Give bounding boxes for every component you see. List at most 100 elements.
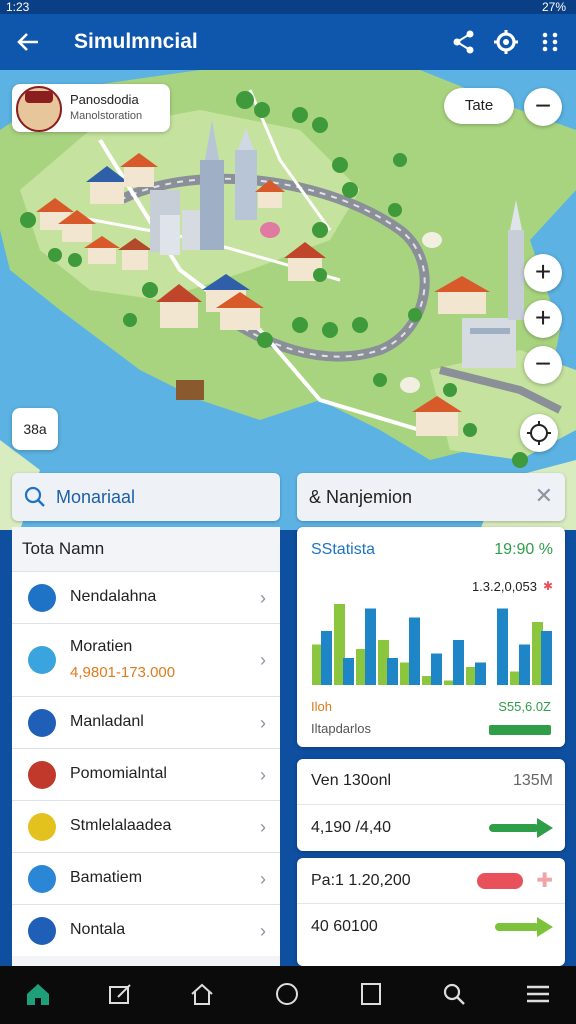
document-icon	[28, 864, 56, 893]
value-row-1-left: Ven 130onl	[311, 772, 392, 789]
status-time: 1:23	[6, 0, 30, 14]
status-pill	[477, 873, 523, 889]
toggle-button[interactable]: Tate	[444, 88, 514, 124]
status-battery: 27%	[541, 0, 566, 14]
chart-bar	[541, 631, 552, 685]
building-icon	[28, 708, 56, 737]
profile-chip[interactable]: Panosdodia Manolstoration	[12, 84, 170, 132]
city-map[interactable]: Panosdodia Manolstoration Tate − + + − 3…	[0, 70, 576, 530]
value-row-4: 40 60100	[297, 904, 565, 949]
chevron-right-icon: ›	[260, 650, 266, 670]
search-icon[interactable]	[440, 980, 468, 1008]
puzzle-icon[interactable]: ✚	[536, 868, 553, 893]
list-item-label: Manladanl	[70, 713, 144, 730]
value-row-1: Ven 130onl 135M	[297, 759, 565, 805]
locate-icon	[527, 421, 551, 445]
close-icon[interactable]: ✕	[535, 483, 553, 509]
list-item[interactable]: Pomomialntal ›	[12, 748, 280, 800]
chart-bar	[519, 644, 530, 685]
chart-bar	[321, 631, 332, 685]
value-row-3-left: Pa:1 1.20,200	[311, 872, 411, 889]
circle-icon[interactable]	[273, 980, 301, 1008]
edit-icon[interactable]	[106, 980, 134, 1008]
profile-subtitle: Manolstoration	[70, 110, 143, 122]
menu-icon[interactable]	[524, 980, 552, 1008]
chart-bar	[365, 608, 376, 685]
chart-bar	[387, 658, 398, 685]
chart-bar	[475, 662, 486, 685]
minus-button[interactable]: −	[524, 346, 562, 384]
more-vert-icon[interactable]	[536, 28, 564, 56]
value-row-2-left: 4,190 /4,40	[311, 819, 392, 836]
bottom-nav	[0, 966, 576, 1024]
search-box-right[interactable]: & Nanjemion ✕	[297, 473, 565, 521]
value-card-1[interactable]: Ven 130onl 135M 4,190 /4,40	[297, 759, 565, 851]
chevron-right-icon: ›	[260, 587, 266, 608]
chevron-right-icon: ›	[260, 868, 266, 889]
profile-name: Panosdodia	[70, 92, 139, 107]
list-item[interactable]: Moratien 4,9801-173.000 ›	[12, 623, 280, 696]
value-card-2[interactable]: Pa:1 1.20,200 ✚ 40 60100	[297, 858, 565, 966]
chart-bar	[497, 608, 508, 685]
clock-icon	[28, 583, 56, 612]
chart-bar	[431, 653, 442, 685]
settings-icon[interactable]	[492, 28, 520, 56]
stats-percent: 19:90 %	[494, 541, 553, 558]
search-box-left[interactable]: Monariaal	[12, 473, 280, 521]
locate-button[interactable]	[520, 414, 558, 452]
value-row-4-left: 40 60100	[311, 918, 378, 935]
stats-bar-chart	[312, 604, 552, 685]
chevron-right-icon: ›	[260, 816, 266, 837]
value-row-1-right: 135M	[512, 772, 553, 789]
add-button[interactable]: +	[524, 300, 562, 338]
list-item-sub: 4,9801-173.000	[70, 664, 176, 681]
value-row-3: Pa:1 1.20,200 ✚	[297, 858, 565, 904]
list-rows: Nendalahna › Moratien 4,9801-173.000 › Manlad…	[12, 571, 280, 956]
stats-title: SStatista	[311, 541, 376, 558]
status-bar: 1:23 27%	[0, 0, 576, 14]
zoom-out-button[interactable]: −	[524, 88, 562, 126]
chevron-right-icon: ›	[260, 764, 266, 785]
square-icon[interactable]	[357, 980, 385, 1008]
value-row-2: 4,190 /4,40	[297, 805, 565, 850]
chart-bar	[343, 658, 354, 685]
grid-icon	[28, 916, 56, 945]
list-item[interactable]: Bamatiem ›	[12, 852, 280, 904]
avatar	[16, 86, 62, 132]
arrow-right-icon[interactable]	[489, 818, 553, 838]
home-icon[interactable]	[24, 980, 52, 1008]
person-icon	[28, 812, 56, 841]
stats-card[interactable]: SStatista 19:90 % 1.3.2,0,053 ✱ Iloh S55…	[297, 527, 565, 747]
avatar-icon	[28, 646, 56, 674]
list-item[interactable]: Nontala ›	[12, 904, 280, 956]
list-item[interactable]: Stmlelalaadea ›	[12, 800, 280, 852]
arrow-right-icon[interactable]	[495, 917, 553, 937]
house-outline-icon[interactable]	[188, 980, 216, 1008]
list-item-label: Pomomialntal	[70, 765, 167, 782]
zoom-in-button[interactable]: +	[524, 254, 562, 292]
stats-foot-right: S55,6.0Z	[498, 699, 551, 714]
list-item[interactable]: Manladanl ›	[12, 696, 280, 748]
stats-top-value: 1.3.2,0,053	[471, 579, 537, 594]
back-arrow-icon[interactable]	[14, 28, 42, 56]
list-item[interactable]: Nendalahna ›	[12, 571, 280, 623]
list-item-label: Nendalahna	[70, 588, 157, 605]
list-header: Tota Namn	[22, 539, 105, 558]
avatar-icon	[28, 760, 56, 789]
search-icon	[24, 486, 45, 507]
app-title: Simulmncial	[74, 30, 198, 53]
scale-label[interactable]: 38a	[12, 408, 58, 450]
list-panel: Tota Namn Nendalahna › Moratien 4,9801-173.…	[12, 527, 280, 967]
list-item-label: Stmlelalaadea	[70, 817, 172, 834]
list-item-label: Moratien	[70, 638, 133, 655]
map-canvas[interactable]	[0, 70, 576, 530]
stats-foot-sub: Iltapdarlos	[311, 721, 371, 736]
chart-bar	[409, 617, 420, 685]
search-left-text: Monariaal	[56, 487, 136, 507]
chevron-right-icon: ›	[260, 920, 266, 941]
search-right-text: & Nanjemion	[309, 487, 413, 507]
list-item-label: Bamatiem	[70, 869, 143, 886]
stats-progress-bar	[489, 725, 551, 735]
share-icon[interactable]	[450, 28, 478, 56]
chevron-right-icon: ›	[260, 712, 266, 733]
